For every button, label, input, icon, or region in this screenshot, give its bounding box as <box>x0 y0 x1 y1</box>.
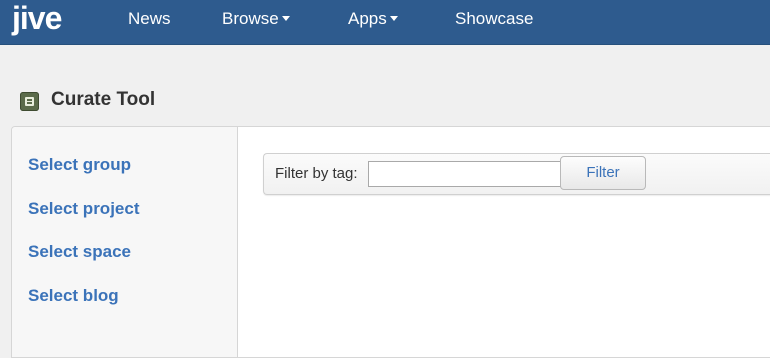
chevron-down-icon <box>281 16 290 22</box>
curate-panel: Select group Select project Select space… <box>11 126 770 358</box>
top-navigation-bar: jive News Browse Apps Showcase <box>0 0 770 45</box>
nav-browse[interactable]: Browse <box>222 0 290 38</box>
nav-showcase[interactable]: Showcase <box>455 0 533 38</box>
filter-tag-input[interactable] <box>368 161 564 187</box>
nav-apps[interactable]: Apps <box>348 0 398 38</box>
nav-news[interactable]: News <box>128 0 171 38</box>
page-title: Curate Tool <box>51 89 156 110</box>
filter-button[interactable]: Filter <box>560 156 646 190</box>
jive-logo-icon: jive <box>11 1 63 36</box>
filter-label: Filter by tag: <box>275 165 358 182</box>
select-group-link[interactable]: Select group <box>28 155 131 175</box>
sidebar: Select group Select project Select space… <box>12 127 238 357</box>
curate-tool-icon <box>20 92 39 111</box>
nav-apps-label: Apps <box>348 9 387 28</box>
select-project-link[interactable]: Select project <box>28 199 140 219</box>
nav-showcase-label: Showcase <box>455 9 534 28</box>
filter-bar: Filter by tag: Filter <box>263 153 770 195</box>
svg-text:jive: jive <box>11 1 62 36</box>
chevron-down-icon <box>389 16 398 22</box>
nav-browse-label: Browse <box>222 9 279 28</box>
select-space-link[interactable]: Select space <box>28 242 131 262</box>
jive-logo[interactable]: jive <box>11 1 81 39</box>
select-blog-link[interactable]: Select blog <box>28 286 119 306</box>
nav-news-label: News <box>128 9 171 28</box>
